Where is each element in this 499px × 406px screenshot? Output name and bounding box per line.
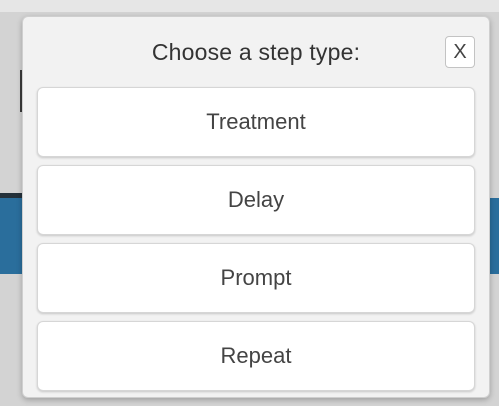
dialog-title: Choose a step type: bbox=[151, 39, 361, 65]
delay-button[interactable]: Delay bbox=[37, 165, 475, 235]
step-type-dialog: Choose a step type: X Treatment Delay Pr… bbox=[22, 16, 490, 398]
repeat-button[interactable]: Repeat bbox=[37, 321, 475, 391]
close-button[interactable]: X bbox=[445, 36, 475, 68]
background-top-strip bbox=[0, 0, 499, 12]
step-type-options: Treatment Delay Prompt Repeat bbox=[37, 87, 475, 399]
treatment-button[interactable]: Treatment bbox=[37, 87, 475, 157]
prompt-button[interactable]: Prompt bbox=[37, 243, 475, 313]
dialog-header: Choose a step type: X bbox=[23, 17, 489, 89]
